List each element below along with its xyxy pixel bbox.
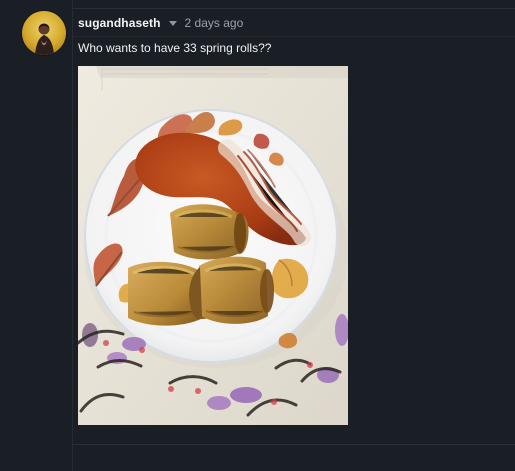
comment-meta: sugandhaseth 2 days ago bbox=[78, 14, 243, 32]
comment-divider-top bbox=[73, 8, 515, 9]
comment-image[interactable] bbox=[78, 66, 348, 425]
timestamp[interactable]: 2 days ago bbox=[185, 16, 244, 30]
username[interactable]: sugandhaseth bbox=[78, 16, 161, 30]
spring-rolls-image bbox=[78, 66, 348, 425]
comment-header-divider bbox=[73, 36, 515, 37]
comment-text: Who wants to have 33 spring rolls?? bbox=[78, 41, 272, 55]
discussion-page: sugandhaseth 2 days ago Who wants to hav… bbox=[0, 0, 515, 471]
chevron-down-icon[interactable] bbox=[168, 20, 177, 26]
avatar[interactable] bbox=[22, 11, 66, 55]
comment-item: sugandhaseth 2 days ago Who wants to hav… bbox=[0, 0, 515, 471]
profile-photo bbox=[22, 11, 66, 55]
comment-divider-bottom bbox=[73, 444, 515, 445]
